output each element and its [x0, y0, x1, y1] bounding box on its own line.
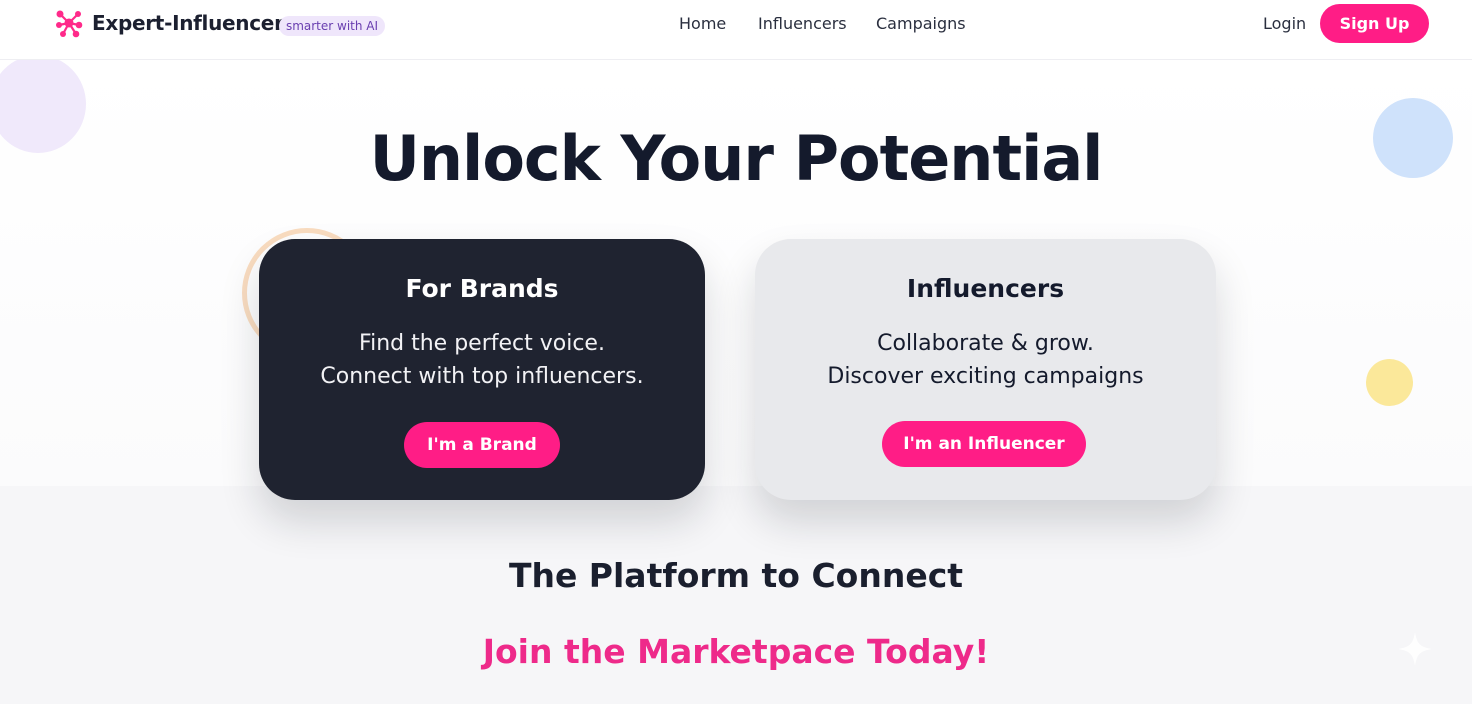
login-link[interactable]: Login: [1263, 14, 1306, 33]
sparkle-icon: [1398, 632, 1432, 666]
nav-campaigns-link[interactable]: Campaigns: [876, 14, 966, 33]
nav-influencers-link[interactable]: Influencers: [758, 14, 847, 33]
hero-title: Unlock Your Potential: [369, 122, 1104, 195]
im-an-influencer-button[interactable]: I'm an Influencer: [882, 421, 1086, 467]
influencers-card: Influencers Collaborate & grow. Discover…: [755, 239, 1216, 500]
ai-tag-badge: smarter with AI: [279, 16, 385, 36]
molecule-logo-icon[interactable]: [54, 8, 84, 38]
join-marketplace-heading: Join the Marketpace Today!: [482, 632, 990, 671]
im-a-brand-button[interactable]: I'm a Brand: [404, 422, 560, 468]
platform-heading: The Platform to Connect: [508, 556, 964, 595]
brands-card: For Brands Find the perfect voice. Conne…: [259, 239, 705, 500]
top-nav-bar: Expert-Influencer smarter with AI Home I…: [0, 0, 1472, 60]
influencers-card-line-1: Collaborate & grow.: [877, 331, 1094, 356]
influencers-card-title: Influencers: [906, 274, 1065, 303]
decor-circle-yellow: [1366, 359, 1413, 406]
lower-section-background: [0, 486, 1472, 704]
brands-card-line-1: Find the perfect voice.: [359, 331, 605, 356]
landing-page: Expert-Influencer smarter with AI Home I…: [0, 0, 1472, 704]
influencers-card-line-2: Discover exciting campaigns: [827, 364, 1144, 389]
nav-home-link[interactable]: Home: [679, 14, 726, 33]
brands-card-title: For Brands: [405, 274, 559, 303]
brands-card-line-2: Connect with top influencers.: [320, 364, 644, 389]
brand-name[interactable]: Expert-Influencer: [92, 11, 284, 35]
sign-up-button[interactable]: Sign Up: [1320, 4, 1429, 43]
